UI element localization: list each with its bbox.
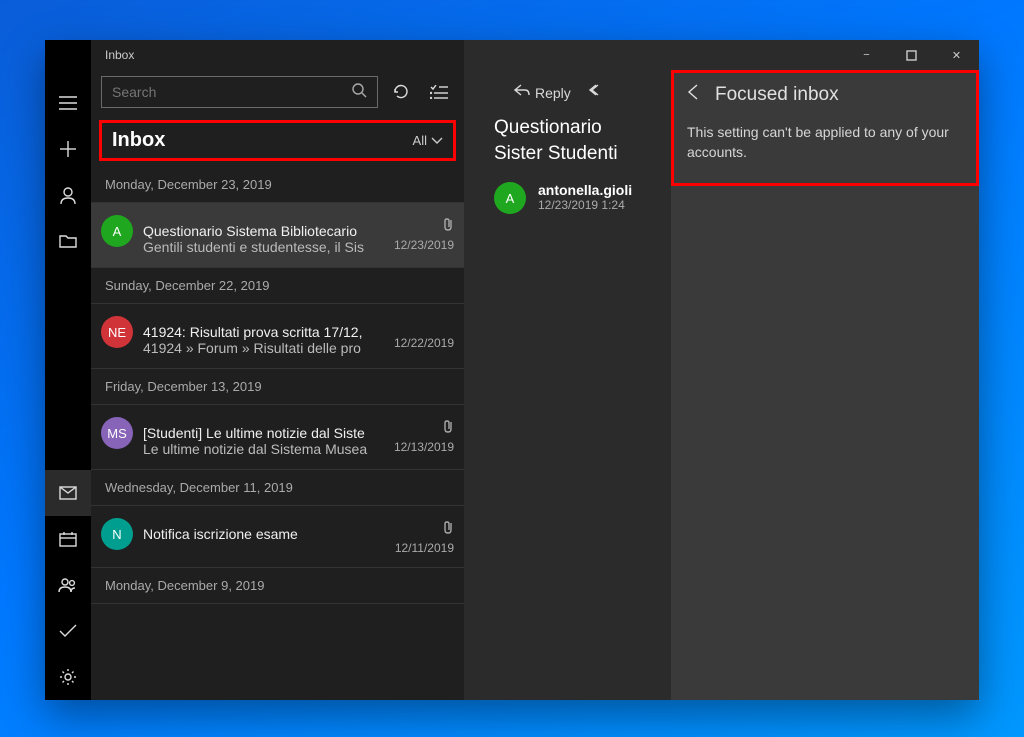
date-group-header: Monday, December 23, 2019 bbox=[91, 167, 464, 203]
reply-label: Reply bbox=[535, 85, 571, 101]
sent-time: 12/23/2019 1:24 bbox=[538, 198, 632, 212]
settings-button[interactable] bbox=[45, 654, 91, 700]
focused-inbox-flyout: Focused inbox This setting can't be appl… bbox=[671, 70, 979, 700]
sender-avatar: N bbox=[101, 518, 133, 550]
sender-avatar: MS bbox=[101, 417, 133, 449]
message-item[interactable]: NE 41924: Risultati prova scritta 17/12,4… bbox=[91, 304, 464, 369]
hamburger-menu-button[interactable] bbox=[45, 80, 91, 126]
new-mail-button[interactable] bbox=[45, 126, 91, 172]
date-group-header: Wednesday, December 11, 2019 bbox=[91, 470, 464, 506]
titlebar: Inbox − ✕ bbox=[45, 40, 979, 70]
message-preview: Le ultime notizie dal Sistema Musea bbox=[143, 441, 384, 457]
back-button[interactable] bbox=[687, 84, 701, 106]
flyout-title: Focused inbox bbox=[715, 84, 839, 106]
sync-button[interactable] bbox=[386, 77, 416, 107]
date-group-header: Friday, December 13, 2019 bbox=[91, 369, 464, 405]
flyout-message: This setting can't be applied to any of … bbox=[671, 112, 979, 173]
message-item[interactable]: A Questionario Sistema BibliotecarioGenti… bbox=[91, 203, 464, 268]
sender-avatar: NE bbox=[101, 316, 133, 348]
message-date: 12/23/2019 bbox=[394, 238, 454, 252]
list-toolbar bbox=[91, 70, 464, 114]
date-group-header: Monday, December 9, 2019 bbox=[91, 568, 464, 604]
mail-nav-button[interactable] bbox=[45, 470, 91, 516]
reply-button[interactable]: Reply bbox=[514, 84, 571, 101]
message-item[interactable]: N Notifica iscrizione esame 12/11/2019 bbox=[91, 506, 464, 568]
search-box[interactable] bbox=[101, 76, 378, 108]
attachment-icon bbox=[442, 419, 454, 436]
search-icon[interactable] bbox=[351, 82, 367, 103]
sender-name: antonella.gioli bbox=[538, 182, 632, 198]
people-nav-button[interactable] bbox=[45, 562, 91, 608]
folder-header: Inbox All bbox=[99, 120, 456, 161]
message-preview: 41924 » Forum » Risultati delle pro bbox=[143, 340, 384, 356]
message-subject: [Studenti] Le ultime notizie dal Siste bbox=[143, 425, 384, 441]
reply-all-icon bbox=[589, 84, 607, 101]
todo-nav-button[interactable] bbox=[45, 608, 91, 654]
message-date: 12/22/2019 bbox=[394, 336, 454, 350]
message-subject: 41924: Risultati prova scritta 17/12, bbox=[143, 324, 384, 340]
sender-avatar: A bbox=[494, 182, 526, 214]
folders-button[interactable] bbox=[45, 218, 91, 264]
message-item[interactable]: MS [Studenti] Le ultime notizie dal Siste… bbox=[91, 405, 464, 470]
window-title: Inbox bbox=[45, 48, 134, 62]
attachment-icon bbox=[442, 217, 454, 234]
message-subject: Questionario Sistema Bibliotecario bbox=[143, 223, 384, 239]
filter-label: All bbox=[413, 133, 427, 148]
maximize-button[interactable] bbox=[889, 40, 934, 70]
date-group-header: Sunday, December 22, 2019 bbox=[91, 268, 464, 304]
reply-icon bbox=[514, 84, 530, 101]
sidebar bbox=[45, 40, 91, 700]
mail-app-window: Inbox − ✕ bbox=[45, 40, 979, 700]
close-button[interactable]: ✕ bbox=[934, 40, 979, 70]
calendar-nav-button[interactable] bbox=[45, 516, 91, 562]
message-list[interactable]: Monday, December 23, 2019 A Questionario S… bbox=[91, 167, 464, 604]
reply-all-button[interactable] bbox=[589, 84, 607, 101]
message-subject: Notifica iscrizione esame bbox=[143, 526, 385, 542]
reading-subject: Questionario Sister Studenti bbox=[464, 111, 664, 176]
message-date: 12/11/2019 bbox=[395, 541, 454, 555]
message-date: 12/13/2019 bbox=[394, 440, 454, 454]
folder-name: Inbox bbox=[112, 129, 165, 152]
sender-avatar: A bbox=[101, 215, 133, 247]
message-list-pane: Inbox All Monday, December 23, 2019 A Ques… bbox=[91, 40, 464, 700]
minimize-button[interactable]: − bbox=[844, 40, 889, 70]
filter-dropdown[interactable]: All bbox=[413, 133, 443, 148]
chevron-down-icon bbox=[431, 133, 443, 148]
account-button[interactable] bbox=[45, 172, 91, 218]
selection-mode-button[interactable] bbox=[424, 77, 454, 107]
message-preview: Gentili studenti e studentesse, il Sis bbox=[143, 239, 384, 255]
search-input[interactable] bbox=[112, 84, 351, 100]
attachment-icon bbox=[442, 520, 454, 537]
